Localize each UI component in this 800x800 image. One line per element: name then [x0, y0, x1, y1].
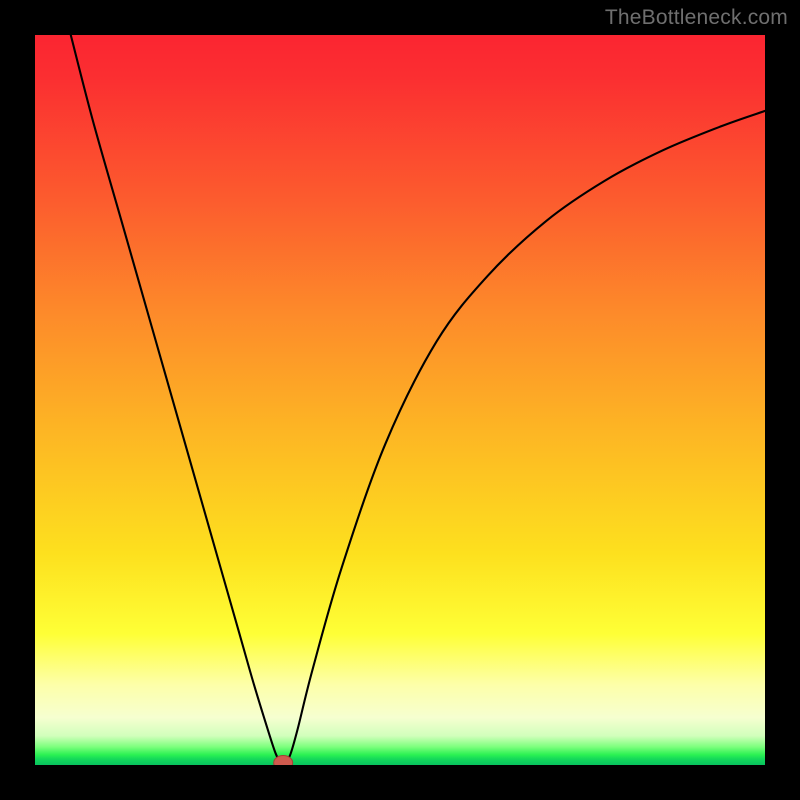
chart-frame: TheBottleneck.com — [0, 0, 800, 800]
watermark-label: TheBottleneck.com — [605, 6, 788, 30]
plot-area — [35, 35, 765, 765]
curve-layer — [35, 35, 765, 765]
bottleneck-curve — [71, 35, 765, 764]
